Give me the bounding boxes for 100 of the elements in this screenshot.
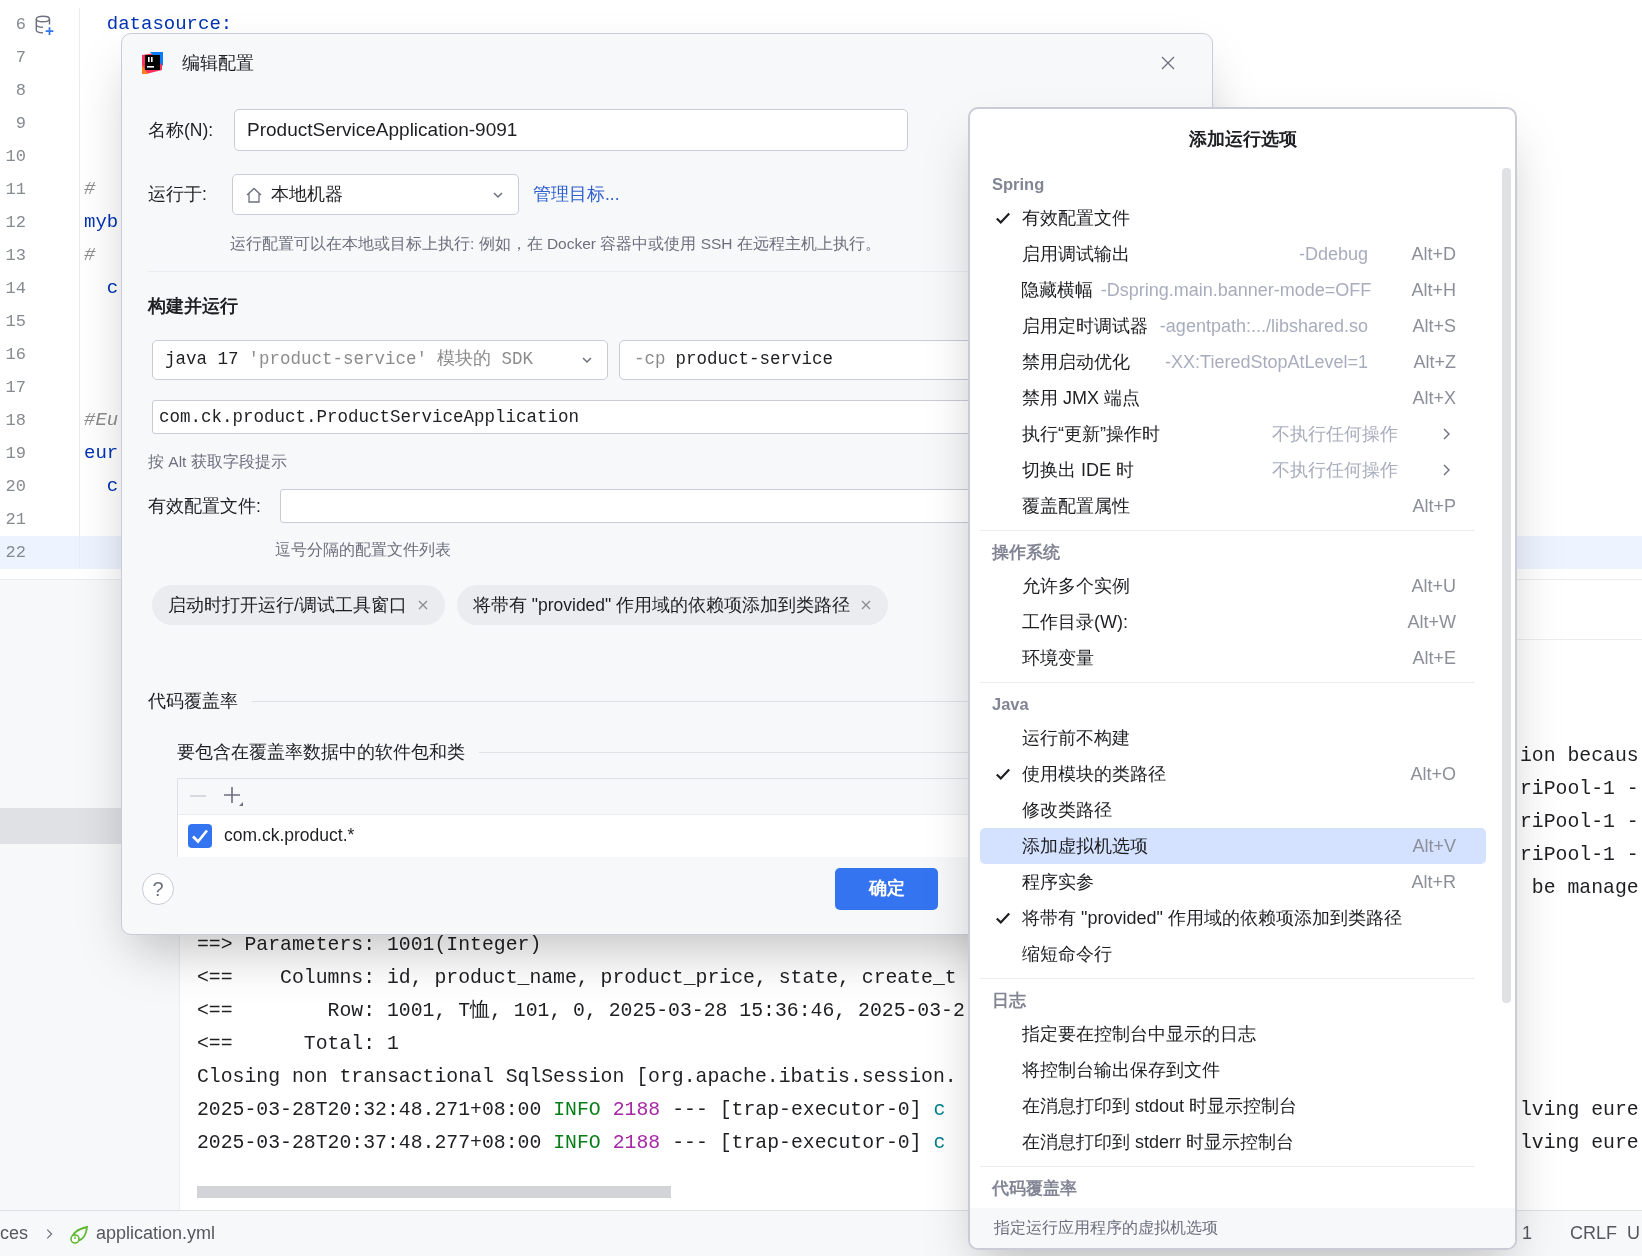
line-number: 17 [4,376,26,399]
menu-item[interactable]: 添加虚拟机选项 Alt+V [980,828,1486,864]
console-text: 2025-03-28T20:32:48.271+08:00 [197,1097,542,1123]
checkbox[interactable] [188,823,212,848]
jdk-dropdown[interactable]: java 17 'product-service' 模块的 SDK [152,339,608,380]
code-text: # [84,177,96,203]
menu-item[interactable]: 启用调试输出 -Ddebug Alt+D [980,236,1486,272]
section-title: 代码覆盖率 [148,690,238,713]
hint-text: 逗号分隔的配置文件列表 [275,539,451,560]
help-button[interactable]: ? [142,872,174,905]
manage-targets-link[interactable]: 管理目标... [533,181,620,208]
console-text: <== Row: 1001, T恤, 101, 0, 2025-03-28 15:36:46, 2025-03-2 [197,998,965,1024]
line-number: 11 [4,178,26,201]
option-chip[interactable]: 启动时打开运行/调试工具窗口 [152,585,445,625]
menu-item[interactable]: 使用模块的类路径 Alt+O [980,756,1486,792]
menu-item[interactable]: 修改类路径 [980,792,1486,828]
hint-text: 按 Alt 获取字段提示 [148,451,287,472]
remove-icon[interactable] [860,599,873,611]
line-number: 21 [4,508,26,531]
menu-item[interactable]: 在消息打印到 stderr 时显示控制台 [980,1124,1486,1160]
code-text: c [105,276,119,302]
menu-item[interactable]: 指定要在控制台中显示的日志 [980,1016,1486,1052]
line-number: 15 [4,310,26,333]
menu-item[interactable]: 运行前不构建 [980,720,1486,756]
scrollbar[interactable] [1502,168,1511,1003]
code-text: eur [84,441,119,467]
field-label: 有效配置文件: [148,494,262,518]
line-number: 10 [4,145,26,168]
console-text: ==> Parameters: 1001(Integer) [197,932,542,958]
line-number: 7 [14,46,26,69]
menu-item[interactable]: 隐藏横幅 -Dspring.main.banner-mode=OFF Alt+H [980,272,1486,308]
subsection-title: 要包含在覆盖率数据中的软件包和类 [177,741,465,765]
section-header: 代码覆盖率 [990,1177,1078,1199]
console-text: INFO [553,1097,601,1123]
ok-button[interactable]: 确定 [835,867,938,910]
menu-item[interactable]: 环境变量 Alt+E [980,640,1486,676]
console-text: Closing non transactional SqlSession [org.apache.ibatis.session. [197,1064,957,1090]
console-text: lving eure [1520,1130,1639,1156]
section-header: Java [991,693,1030,715]
status-item[interactable]: 1 [1521,1220,1532,1247]
hint-text: 运行配置可以在本地或目标上执行: 例如，在 Docker 容器中或使用 SSH 在远程主机上执行。 [230,234,881,254]
home-icon [245,185,263,204]
menu-item[interactable]: 将带有 "provided" 作用域的依赖项添加到类路径 [980,900,1486,936]
app-logo-icon [140,51,164,75]
console-text: riPool-1 - [1520,776,1639,802]
menu-item[interactable]: 工作目录(W): Alt+W [980,604,1486,640]
field-label: 运行于: [148,183,208,207]
add-icon[interactable] [222,785,244,807]
console-text: 2188 [612,1130,661,1156]
code-text: c [105,474,119,500]
close-icon[interactable] [1160,55,1176,71]
console-text: INFO [553,1130,601,1156]
line-number: 13 [4,244,26,267]
console-text: --- [trap-executor-0] [672,1097,922,1123]
line-number: 8 [14,79,26,102]
package-pattern: com.ck.product.* [224,824,355,848]
name-field[interactable]: ProductServiceApplication-9091 [234,109,908,151]
line-number: 16 [4,343,26,366]
menu-item[interactable]: 程序实参 Alt+R [980,864,1486,900]
option-chip[interactable]: 将带有 "provided" 作用域的依赖项添加到类路径 [456,585,889,625]
field-label: 名称(N): [148,118,215,142]
line-number: 14 [4,277,26,300]
line-number: 20 [4,475,26,498]
console-text: <== Total: 1 [197,1031,399,1057]
footer-hint: 指定运行应用程序的虚拟机选项 [970,1208,1515,1248]
code-text: datasource: [105,12,233,38]
menu-item[interactable]: 缩短命令行 [980,936,1486,972]
status-item[interactable]: U [1627,1220,1640,1247]
console-text: c [933,1130,946,1156]
console-text: ion becaus [1520,743,1639,769]
console-text: 2025-03-28T20:37:48.277+08:00 [197,1130,542,1156]
console-text: be manage [1530,875,1639,901]
console-text: 2188 [612,1097,661,1123]
line-number: 6 [14,13,26,36]
menu-item[interactable]: 覆盖配置属性 Alt+P [980,488,1486,524]
console-text: c [933,1097,946,1123]
menu-item[interactable]: 在消息打印到 stdout 时显示控制台 [980,1088,1486,1124]
line-number: 18 [4,409,26,432]
code-text: #Eu [84,408,119,434]
console-text: riPool-1 - [1520,809,1639,835]
line-number: 9 [14,112,26,135]
menu-item[interactable]: 允许多个实例 Alt+U [980,568,1486,604]
menu-item[interactable]: 将控制台输出保存到文件 [980,1052,1486,1088]
scrollbar[interactable] [197,1186,671,1198]
menu-item[interactable]: 有效配置文件 [980,200,1486,236]
popup-title: 添加运行选项 [1187,128,1298,151]
section-header: Spring [991,173,1046,195]
menu-item[interactable]: 切换出 IDE 时 不执行任何操作 [980,452,1486,488]
database-icon[interactable] [33,13,55,36]
breadcrumb-item[interactable]: application.yml [96,1220,216,1247]
target-dropdown[interactable]: 本地机器 [232,174,519,215]
status-item[interactable]: CRLF [1570,1220,1617,1247]
code-text: # [84,243,96,269]
breadcrumb-item[interactable]: ces [0,1220,28,1247]
code-text: myb [84,210,119,236]
section-header: 操作系统 [990,541,1061,563]
line-number: 12 [4,211,26,234]
remove-icon[interactable] [416,599,429,611]
console-text: lving eure [1520,1097,1639,1123]
console-text: --- [trap-executor-0] [672,1130,922,1156]
